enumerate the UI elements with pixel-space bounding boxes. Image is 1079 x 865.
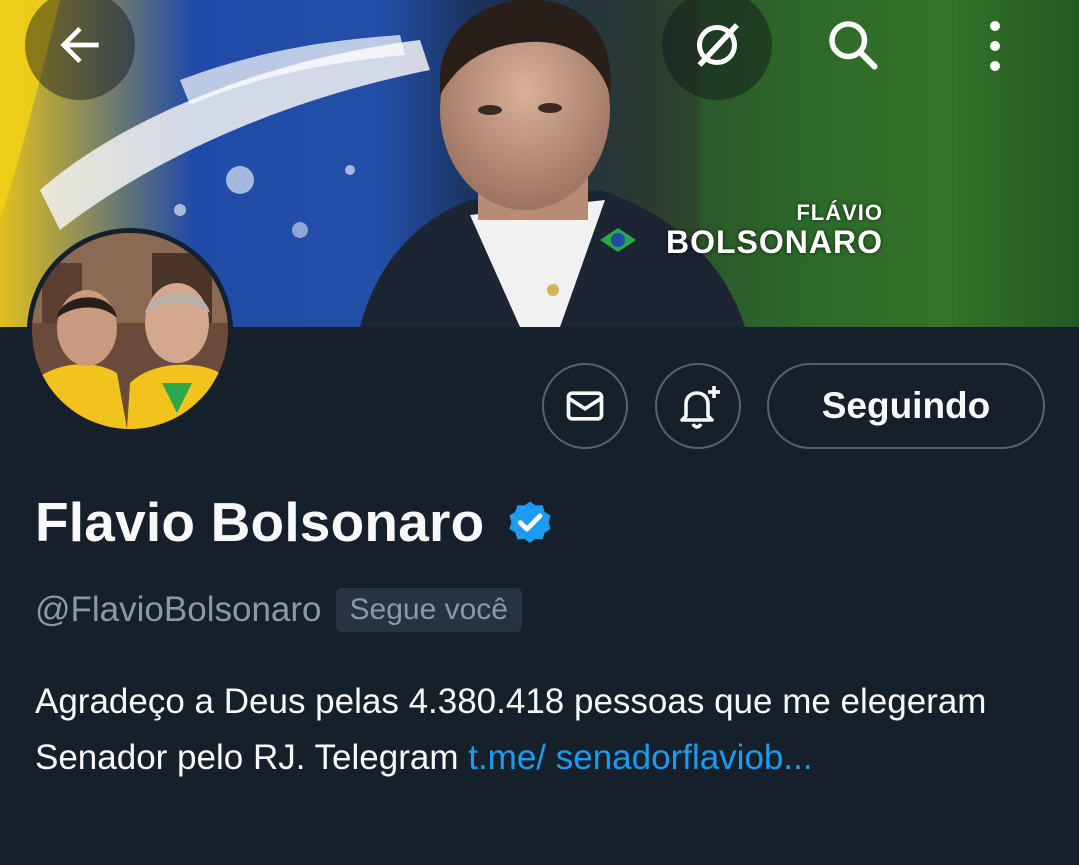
follows-you-badge: Segue você: [335, 588, 522, 632]
following-button[interactable]: Seguindo: [767, 363, 1045, 449]
avatar-photo: [32, 233, 228, 429]
message-button[interactable]: [542, 363, 628, 449]
search-icon: [829, 21, 878, 70]
banner-last-name: BOLSONARO: [666, 224, 883, 260]
profile-name-row: Flavio Bolsonaro: [35, 490, 556, 554]
profile-bio: Agradeço a Deus pelas 4.380.418 pessoas …: [35, 674, 1035, 786]
more-vertical-icon: [990, 21, 1000, 71]
bell-plus-icon: [680, 386, 720, 429]
verified-badge-icon[interactable]: [504, 496, 556, 548]
banner-first-name: FLÁVIO: [796, 200, 883, 225]
search-button[interactable]: [820, 12, 884, 76]
slash-circle-icon: [697, 23, 740, 67]
profile-avatar[interactable]: [27, 228, 233, 434]
bio-link[interactable]: t.me/ senadorflaviob...: [468, 738, 812, 777]
mail-icon: [566, 391, 604, 421]
arrow-left-icon: [60, 27, 99, 63]
profile-handle: @FlavioBolsonaro: [35, 590, 322, 629]
banner-name-logo: FLÁVIO BOLSONARO: [666, 200, 883, 261]
display-name: Flavio Bolsonaro: [35, 491, 485, 553]
notifications-button[interactable]: [655, 363, 741, 449]
handle-row: @FlavioBolsonaro Segue você: [35, 588, 522, 632]
more-button[interactable]: [970, 14, 1020, 78]
